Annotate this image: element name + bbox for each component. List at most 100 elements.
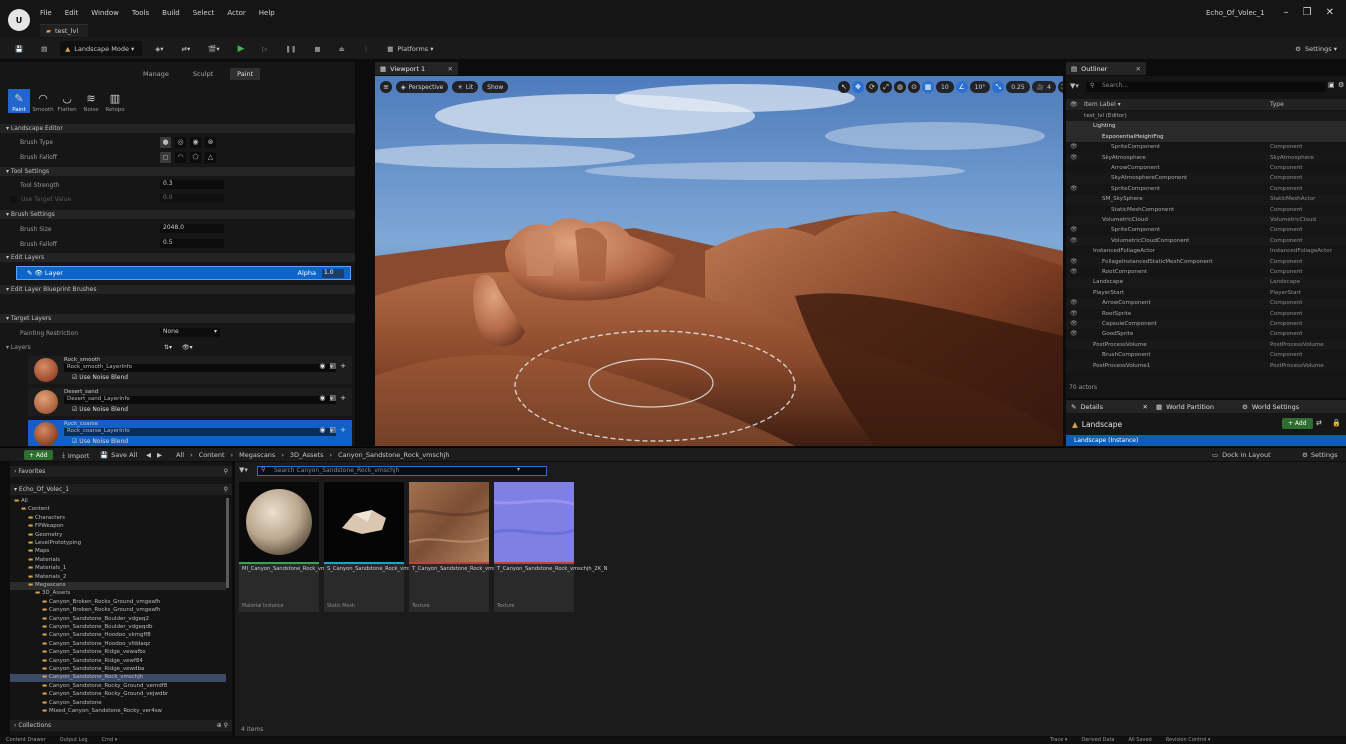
close-button[interactable]: ✕: [1326, 7, 1334, 18]
layer-info-dropdown[interactable]: Desert_sand_LayerInfo ▾: [64, 396, 336, 404]
add-collection-icon[interactable]: ⊕ ⚲: [217, 722, 228, 729]
folder-icon[interactable]: ▤: [330, 426, 337, 434]
maximize-button[interactable]: ❐: [1303, 7, 1312, 18]
visibility-eye-icon[interactable]: 👁: [1070, 185, 1078, 192]
folder-tree-item[interactable]: ▬ Content: [10, 506, 226, 514]
show-button[interactable]: Show: [482, 81, 509, 93]
collections-section[interactable]: › Collections ⊕ ⚲: [10, 720, 232, 731]
section-tool-settings[interactable]: ▾ Tool Settings: [0, 167, 355, 176]
outliner-row[interactable]: PostProcessVolume PostProcessVolume: [1066, 339, 1346, 351]
dock-in-layout-button[interactable]: ▭ Dock in Layout: [1212, 451, 1271, 459]
edit-layer-row[interactable]: ✎ 👁 Layer Alpha 1.0: [16, 266, 351, 280]
revision-control-button[interactable]: Revision Control ▾: [1166, 737, 1211, 743]
visibility-eye-icon[interactable]: 👁: [1070, 154, 1078, 161]
folder-tree-item[interactable]: ▬ Materials_2: [10, 574, 226, 582]
outliner-row[interactable]: ExponentialHeightFog: [1066, 131, 1346, 143]
alpha-brush-icon[interactable]: ◎: [175, 136, 186, 148]
outliner-tab[interactable]: ▤ Outliner ✕: [1066, 62, 1146, 75]
component-brush-icon[interactable]: ⊗: [205, 136, 216, 148]
add-icon[interactable]: +: [340, 362, 346, 370]
layer-alpha-input[interactable]: 1.0: [322, 269, 344, 278]
browse-icon[interactable]: ◉: [319, 394, 325, 402]
outliner-row[interactable]: Lighting: [1066, 121, 1346, 132]
menu-edit[interactable]: Edit: [65, 9, 79, 17]
breadcrumb-all[interactable]: All: [176, 451, 184, 459]
outliner-row[interactable]: 👁 RootComponent Component: [1066, 267, 1346, 277]
output-log-button[interactable]: Output Log: [60, 737, 88, 743]
asset-tile[interactable]: MI_Canyon_Sandstone_Rock_vmschjh_2K Mate…: [239, 482, 349, 612]
folder-tree-item[interactable]: ▬ Canyon_Sandstone_Ridge_vewdba: [10, 666, 226, 674]
menu-tools[interactable]: Tools: [132, 9, 149, 17]
level-viewport[interactable]: ≡ ◈ Perspective ☀ Lit Show ↖ ✥ ⟳ ⤢ ◍ ⊙ ▦ 1…: [375, 76, 1063, 446]
pattern-brush-icon[interactable]: ◉: [190, 136, 201, 148]
add-actor-icon[interactable]: ▣: [1328, 81, 1335, 89]
tool-paint[interactable]: ✎ Paint: [8, 89, 30, 113]
col-type[interactable]: Type: [1270, 101, 1284, 108]
viewport-menu-icon[interactable]: ≡: [380, 81, 392, 93]
add-icon[interactable]: +: [340, 394, 346, 402]
save-icon[interactable]: 💾: [10, 41, 28, 56]
outliner-row[interactable]: InstancedFoliageActor InstancedFoliageAct…: [1066, 246, 1346, 256]
brush-size-input[interactable]: 2048.0: [160, 224, 224, 233]
outliner-row[interactable]: ArrowComponent Component: [1066, 163, 1346, 173]
menu-actor[interactable]: Actor: [227, 9, 245, 17]
play-icon[interactable]: ▷: [258, 41, 273, 56]
search-icon[interactable]: ⚲: [224, 468, 228, 475]
close-tab-icon[interactable]: ✕: [1136, 65, 1141, 73]
perspective-button[interactable]: ◈ Perspective: [396, 81, 449, 93]
noise-blend-checkbox[interactable]: ☑ Use Noise Blend: [72, 438, 128, 445]
asset-tile[interactable]: T_Canyon_Sandstone_Rock_vmschjh_2K_N Tex…: [494, 482, 607, 612]
section-target-layers[interactable]: ▾ Target Layers: [0, 314, 355, 323]
folder-tree-item[interactable]: ▬ Canyon_Sandstone_Rocky_Ground_vejwdbr: [10, 691, 226, 699]
folder-tree-item[interactable]: ▬ Canyon_Sandstone_Hoodoo_vfddaqz: [10, 641, 226, 649]
asset-tile[interactable]: S_Canyon_Sandstone_Rock_vmschjh_high_Var…: [324, 482, 450, 612]
cmd-button[interactable]: Cmd ▾: [102, 737, 118, 743]
visibility-eye-icon[interactable]: 👁: [1070, 237, 1078, 244]
dropdown-arrow-icon[interactable]: ▾: [517, 466, 520, 473]
translate-icon[interactable]: ✥: [852, 81, 864, 93]
rotation-snap-icon[interactable]: ∠: [955, 81, 968, 93]
folder-icon[interactable]: ▤: [330, 394, 337, 402]
derived-data-button[interactable]: Derived Data: [1081, 737, 1114, 743]
layer-info-dropdown[interactable]: Rock_coarse_LayerInfo ▾: [64, 428, 336, 436]
outliner-row[interactable]: test_lvl (Editor): [1066, 111, 1346, 122]
cb-add-button[interactable]: + Add: [24, 450, 53, 460]
search-icon[interactable]: ⚲: [224, 486, 228, 493]
quick-add-icon[interactable]: ◈▾: [150, 41, 168, 56]
trace-button[interactable]: Trace ▾: [1050, 737, 1067, 743]
folder-tree-item[interactable]: ▬ All: [10, 498, 226, 506]
add-component-button[interactable]: + Add: [1282, 418, 1313, 429]
platforms-dropdown[interactable]: ▦ Platforms ▾: [382, 41, 438, 56]
forward-icon[interactable]: ▶: [157, 451, 162, 459]
browse-icon[interactable]: ◉: [319, 426, 325, 434]
selected-component-row[interactable]: Landscape (Instance): [1066, 435, 1346, 446]
tool-smooth[interactable]: ◠ Smooth: [32, 89, 54, 113]
breadcrumb-content[interactable]: Content: [199, 451, 225, 459]
outliner-row[interactable]: 👁 RootSprite Component: [1066, 309, 1346, 319]
select-mode-icon[interactable]: ↖: [838, 81, 850, 93]
minimize-button[interactable]: –: [1284, 7, 1289, 18]
outliner-row[interactable]: 👁 SpriteComponent Component: [1066, 142, 1346, 152]
outliner-row[interactable]: Landscape Landscape: [1066, 277, 1346, 288]
grid-snap-icon[interactable]: ▦: [922, 81, 934, 93]
folder-tree-item[interactable]: ▬ Canyon_Broken_Rocks_Ground_vmgeafh: [10, 607, 226, 615]
import-button[interactable]: ⤓ Import: [62, 451, 89, 460]
stop-icon[interactable]: ■: [309, 41, 325, 56]
outliner-row[interactable]: SM_SkySphere StaticMeshActor: [1066, 194, 1346, 205]
section-landscape-editor[interactable]: ▾ Landscape Editor: [0, 124, 355, 133]
folder-tree-item[interactable]: ▬ Geometry: [10, 532, 226, 540]
target-value-input[interactable]: 0.0: [160, 194, 224, 203]
cb-settings-button[interactable]: ⚙ Settings: [1302, 451, 1338, 459]
tab-details[interactable]: ✎ Details ✕: [1066, 403, 1156, 411]
eye-icon[interactable]: 👁: [35, 269, 45, 277]
view-icon[interactable]: 👁▾: [182, 344, 193, 351]
menu-build[interactable]: Build: [162, 9, 180, 17]
folder-icon[interactable]: ▤: [330, 362, 337, 370]
folder-tree-item[interactable]: ▬ Mixed_Canyon_Sandstone_Rocky_ver4sw: [10, 708, 226, 716]
folder-tree-item[interactable]: ▬ Canyon_Sandstone_Boulder_vdgeq2: [10, 616, 226, 624]
maximize-viewport-icon[interactable]: ⛶: [1057, 81, 1063, 93]
blueprint-icon[interactable]: ⇄▾: [177, 41, 196, 56]
unreal-logo-icon[interactable]: U: [8, 9, 30, 31]
folder-tree-item[interactable]: ▬ Canyon_Sandstone_Boulder_vdgeqdb: [10, 624, 226, 632]
folder-tree-item[interactable]: ▬ Canyon_Sandstone_Ridge_vewafbs: [10, 649, 226, 657]
